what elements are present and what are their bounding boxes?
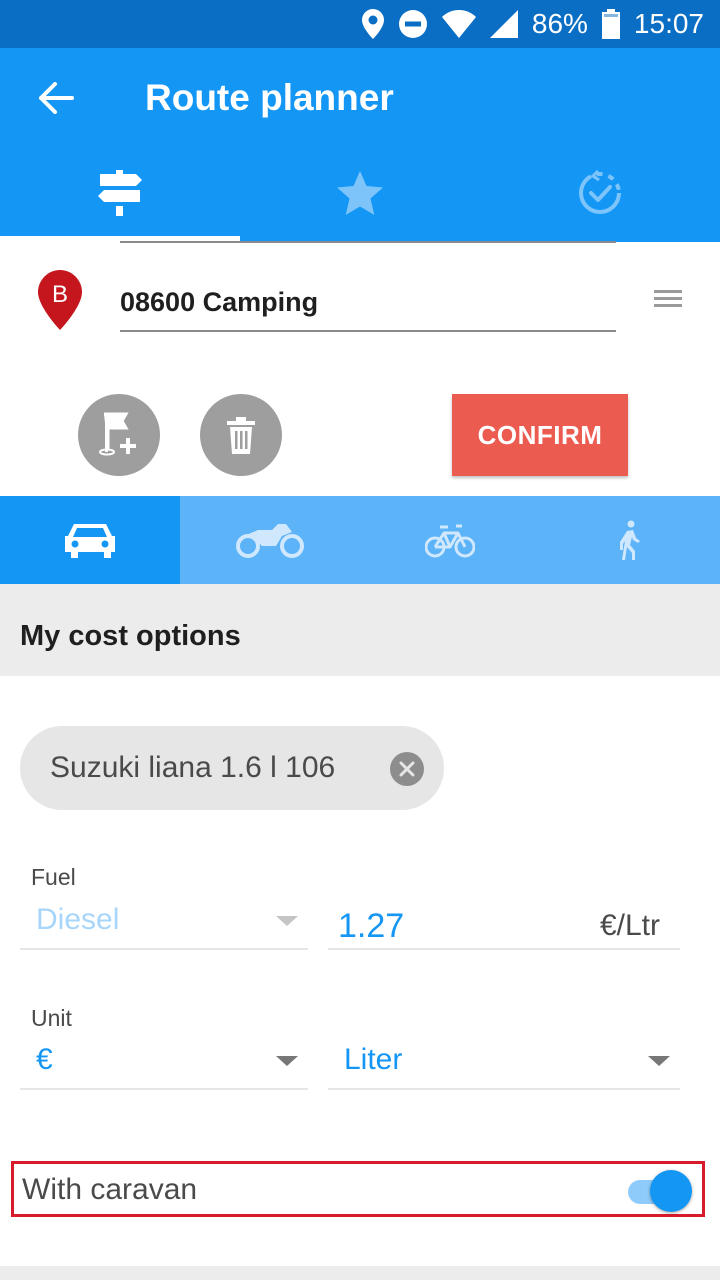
currency-value: € — [36, 1043, 53, 1076]
marker-b-icon: B — [38, 270, 82, 330]
section-title: My cost options — [20, 620, 241, 652]
page-title: Route planner — [145, 77, 394, 118]
fuel-price-value: 1.27 — [338, 907, 405, 945]
transport-mode-bar — [0, 496, 720, 596]
history-icon — [579, 169, 621, 214]
chevron-down-icon — [276, 916, 298, 926]
battery-percent: 86% — [531, 8, 588, 39]
back-button[interactable] — [28, 70, 84, 126]
confirm-button[interactable]: CONFIRM — [452, 394, 628, 476]
flag-add-icon — [99, 412, 136, 456]
cost-options-header: My cost options — [0, 584, 720, 676]
bicycle-icon — [425, 524, 475, 558]
unit-label: Unit — [31, 1005, 72, 1031]
volume-unit-value: Liter — [344, 1043, 403, 1076]
caravan-toggle[interactable] — [628, 1170, 692, 1212]
app-bar: Route planner — [0, 48, 720, 242]
clock: 15:07 — [633, 8, 704, 39]
chevron-down-icon — [276, 1056, 298, 1066]
vehicle-chip[interactable]: Suzuki liana 1.6 l 106 — [20, 726, 444, 810]
marker-letter: B — [52, 281, 68, 308]
with-caravan-row: With caravan — [11, 1161, 705, 1217]
mode-motorcycle[interactable] — [180, 496, 360, 584]
signal-icon — [489, 10, 518, 38]
clear-vehicle-button[interactable] — [390, 752, 424, 786]
star-icon — [337, 171, 383, 215]
mode-car[interactable] — [0, 496, 180, 596]
caravan-label: With caravan — [22, 1173, 198, 1206]
status-icons: 86% 15:07 — [361, 0, 704, 48]
chevron-down-icon — [648, 1056, 670, 1066]
arrow-back-icon — [39, 82, 74, 114]
destination-input[interactable]: 08600 Camping — [120, 278, 616, 332]
previous-stop-underline — [120, 241, 616, 243]
tab-history[interactable] — [480, 144, 720, 242]
bottom-divider — [0, 1266, 720, 1280]
trash-icon — [227, 417, 255, 454]
delete-button[interactable] — [200, 394, 282, 476]
car-icon — [65, 524, 115, 558]
toggle-thumb — [650, 1170, 692, 1212]
location-icon — [361, 9, 384, 39]
close-icon — [399, 761, 415, 777]
fuel-price-input[interactable]: 1.27 €/Ltr — [328, 892, 680, 950]
status-bar: 86% 15:07 — [0, 0, 720, 48]
vehicle-name: Suzuki liana 1.6 l 106 — [50, 751, 336, 784]
top-tabs — [0, 144, 720, 242]
mode-bicycle[interactable] — [360, 496, 540, 584]
drag-handle-icon[interactable] — [654, 290, 682, 310]
add-waypoint-button[interactable] — [78, 394, 160, 476]
tab-route[interactable] — [0, 144, 240, 242]
fuel-label: Fuel — [31, 864, 76, 890]
do-not-disturb-icon — [398, 9, 428, 39]
fuel-type-select[interactable]: Diesel — [20, 892, 308, 950]
price-unit: €/Ltr — [599, 909, 660, 942]
walk-icon — [620, 520, 640, 560]
signpost-icon — [98, 170, 142, 216]
motorcycle-icon — [236, 524, 304, 558]
mode-walk[interactable] — [540, 496, 720, 584]
volume-unit-select[interactable]: Liter — [328, 1032, 680, 1090]
battery-icon — [601, 9, 620, 39]
wifi-icon — [441, 10, 476, 38]
currency-select[interactable]: € — [20, 1032, 308, 1090]
fuel-type-value: Diesel — [36, 903, 120, 936]
tab-favorites[interactable] — [240, 144, 480, 242]
